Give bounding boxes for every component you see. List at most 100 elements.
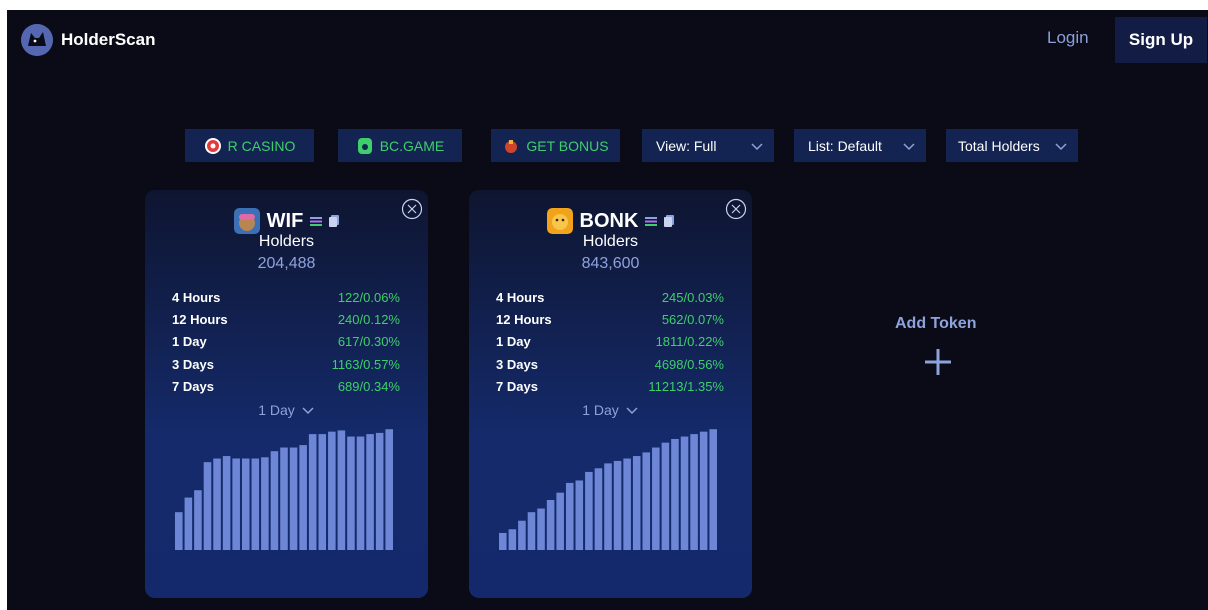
card-header: BONK [469, 208, 752, 234]
chevron-down-icon [626, 407, 638, 415]
chart-bar [328, 431, 336, 550]
holders-label: Holders [582, 233, 639, 250]
close-icon[interactable] [725, 198, 747, 220]
stat-value: 1811/0.22% [655, 334, 724, 350]
chart-bar [203, 462, 212, 550]
chart-bar [556, 492, 564, 550]
token-card-bonk: BONK Holders 843,600 4 Hours 245/0.03% 12… [469, 190, 752, 598]
chart-bar [222, 456, 231, 550]
stat-value: 240/0.12% [337, 311, 400, 327]
chart-bar [594, 468, 603, 550]
chart-bar [385, 429, 393, 550]
stat-row: 7 Days 689/0.34% [172, 375, 400, 397]
stat-value: 122/0.06% [337, 289, 400, 305]
stat-label: 3 Days [496, 356, 538, 372]
chart-bar [585, 471, 593, 550]
promo-label: GET BONUS [526, 137, 609, 154]
stat-label: 12 Hours [172, 311, 228, 327]
signup-button[interactable]: Sign Up [1115, 17, 1207, 63]
chart-bar [623, 458, 631, 550]
copy-icon[interactable] [329, 215, 340, 227]
chart-bar [375, 432, 384, 550]
copy-icon[interactable] [664, 215, 675, 227]
stat-label: 7 Days [172, 378, 214, 394]
chart-bar [671, 438, 679, 550]
list-select-label: List: Default [808, 137, 882, 154]
plus-icon[interactable] [923, 347, 953, 377]
chart-bar [527, 512, 536, 550]
chart-bar [613, 460, 622, 550]
brand-name: HolderScan [61, 30, 156, 49]
stat-value: 4698/0.56% [654, 356, 724, 372]
stat-value: 1163/0.57% [331, 356, 400, 372]
token-ticker: BONK [579, 209, 639, 232]
chart-bar [289, 447, 298, 550]
stat-row: 3 Days 4698/0.56% [496, 353, 724, 375]
promo-get-bonus[interactable]: GET BONUS [491, 129, 620, 162]
chart-bar [366, 434, 374, 550]
period-select[interactable]: 1 Day [469, 402, 752, 418]
chart-bar [241, 458, 250, 550]
chart-bar [604, 463, 612, 550]
stat-row: 7 Days 11213/1.35% [496, 375, 724, 397]
chart-bar [347, 436, 355, 550]
chart-bar [565, 482, 574, 550]
chart-bar [270, 451, 279, 550]
chart-bar [499, 532, 507, 550]
login-link[interactable]: Login [1047, 28, 1089, 48]
holders-bar-chart [499, 429, 717, 550]
view-select[interactable]: View: Full [642, 129, 774, 162]
holders-label: Holders [258, 233, 315, 250]
chart-bar [213, 458, 221, 550]
stat-value: 689/0.34% [337, 378, 400, 394]
chart-bar [299, 445, 307, 550]
token-card-wif: WIF Holders 204,488 4 Hours 122/0.06% 12 … [145, 190, 428, 598]
chart-bar [280, 447, 288, 550]
chart-bar [308, 434, 317, 550]
chevron-down-icon [1055, 142, 1067, 150]
card-header: WIF [145, 208, 428, 234]
stat-value: 245/0.03% [661, 289, 724, 305]
add-token-label[interactable]: Add Token [895, 315, 976, 333]
chart-bar [175, 512, 183, 550]
promo-r-casino[interactable]: R CASINO [185, 129, 314, 162]
stat-value: 617/0.30% [337, 334, 400, 350]
sort-select[interactable]: Total Holders [946, 129, 1078, 162]
stat-label: 4 Hours [172, 289, 221, 305]
promo-label: R CASINO [227, 137, 296, 154]
chart-bar [546, 499, 555, 550]
chart-bar [632, 456, 641, 550]
promo-bc-game[interactable]: BC.GAME [338, 129, 462, 162]
bcgame-icon [356, 137, 374, 155]
holders-value: 843,600 [581, 255, 640, 272]
promo-label: BC.GAME [379, 137, 445, 154]
list-select[interactable]: List: Default [794, 129, 926, 162]
period-label: 1 Day [258, 402, 295, 418]
chart-bar [194, 490, 202, 550]
holder-stats: 4 Hours 245/0.03% 12 Hours 562/0.07% 1 Day… [496, 286, 724, 397]
bonk-token-icon [546, 208, 573, 234]
stat-row: 3 Days 1163/0.57% [172, 353, 400, 375]
menu-icon[interactable] [645, 216, 658, 226]
chart-bar [537, 508, 545, 550]
chart-bar [680, 436, 689, 550]
stat-label: 12 Hours [496, 311, 552, 327]
menu-icon[interactable] [310, 216, 323, 226]
stat-label: 7 Days [496, 378, 538, 394]
period-label: 1 Day [582, 402, 619, 418]
holder-stats: 4 Hours 122/0.06% 12 Hours 240/0.12% 1 Day… [172, 286, 400, 397]
wif-token-icon [233, 208, 260, 234]
stat-label: 4 Hours [496, 289, 545, 305]
close-icon[interactable] [401, 198, 423, 220]
stat-row: 12 Hours 562/0.07% [496, 308, 724, 330]
period-select[interactable]: 1 Day [145, 402, 428, 418]
chevron-down-icon [903, 142, 915, 150]
sort-select-label: Total Holders [958, 137, 1040, 154]
wolf-logo-icon [21, 24, 53, 56]
chart-bar [356, 436, 365, 550]
chart-bar [575, 480, 584, 550]
chart-bar [709, 429, 717, 550]
chart-bar [690, 434, 698, 550]
stat-value: 562/0.07% [661, 311, 724, 327]
brand-logo[interactable]: HolderScan [21, 24, 155, 56]
